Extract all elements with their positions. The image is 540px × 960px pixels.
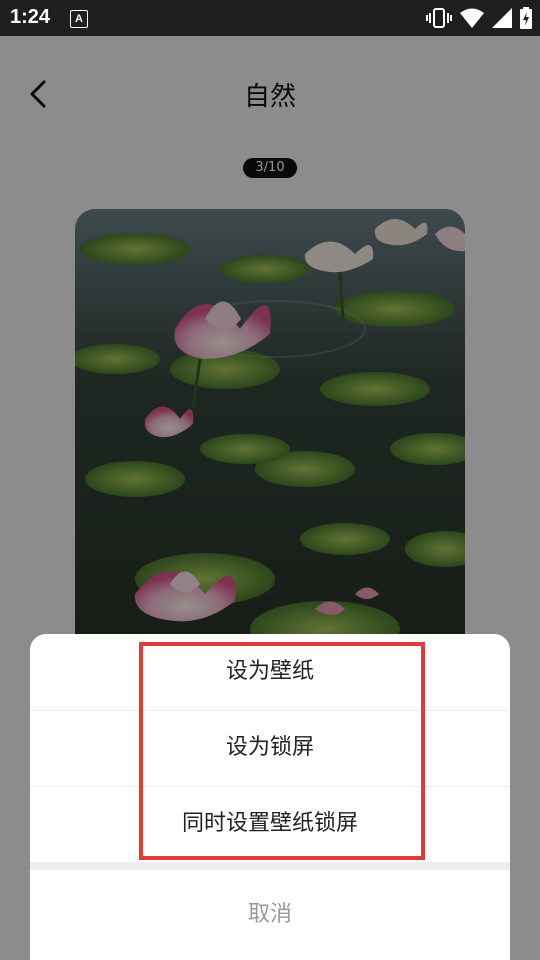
highlight-annotation-box: [139, 642, 425, 860]
sheet-divider: [30, 862, 510, 870]
wifi-icon: [460, 8, 484, 28]
notification-a-icon: A: [70, 10, 88, 28]
battery-charging-icon: [520, 7, 532, 29]
cancel-button[interactable]: 取消: [30, 870, 510, 960]
cellular-signal-icon: [492, 8, 512, 28]
status-bar: 1:24 A: [0, 0, 540, 36]
status-time: 1:24: [10, 6, 51, 28]
status-icons: [426, 6, 532, 30]
vibrate-icon: [426, 8, 452, 28]
